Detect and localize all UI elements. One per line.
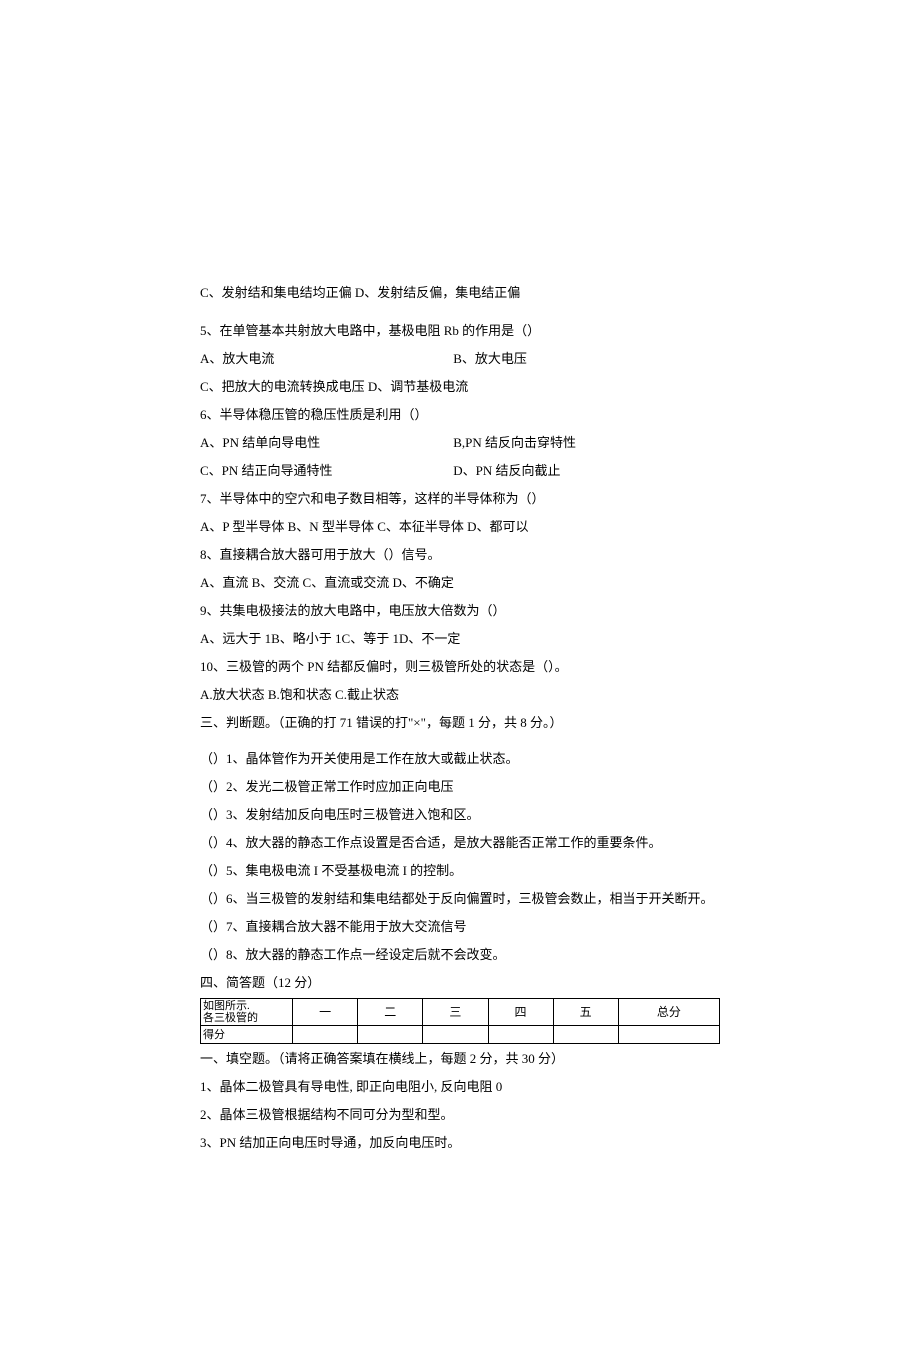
q5-option-b: B、放大电压 — [453, 351, 527, 366]
score-table-col-total: 总分 — [618, 999, 719, 1026]
section-3-heading: 三、判断题。（正确的打 71 错误的打"×"，每题 1 分，共 8 分。） — [200, 710, 720, 736]
fill-question-1: 1、晶体二极管具有导电性, 即正向电阻小, 反向电阻 0 — [200, 1074, 720, 1100]
score-table-header-0: 如图所示. 各三极管的 — [201, 999, 293, 1026]
section-4-heading: 四、简答题（12 分） — [200, 970, 720, 996]
q10-options: A.放大状态 B.饱和状态 C.截止状态 — [200, 682, 720, 708]
question-5: 5、在单管基本共射放大电路中，基极电阻 Rb 的作用是（） — [200, 318, 720, 344]
tf-question-3: （）3、发射结加反向电压时三极管进入饱和区。 — [200, 802, 720, 828]
tf-question-7: （）7、直接耦合放大器不能用于放大交流信号 — [200, 914, 720, 940]
q8-options: A、直流 B、交流 C、直流或交流 D、不确定 — [200, 570, 720, 596]
q6-option-d: D、PN 结反向截止 — [453, 463, 560, 478]
tf-question-4: （）4、放大器的静态工作点设置是否合适，是放大器能否正常工作的重要条件。 — [200, 830, 720, 856]
q6-options-ab: A、PN 结单向导电性 B,PN 结反向击穿特性 — [200, 430, 720, 456]
score-cell-4 — [488, 1026, 553, 1044]
score-cell-3 — [423, 1026, 488, 1044]
tf-question-1: （）1、晶体管作为开关使用是工作在放大或截止状态。 — [200, 746, 720, 772]
q5-options-cd: C、把放大的电流转换成电压 D、调节基极电流 — [200, 374, 720, 400]
tf-question-6: （）6、当三极管的发射结和集电结都处于反向偏置时，三极管会数止，相当于开关断开。 — [200, 886, 720, 912]
q6-option-c: C、PN 结正向导通特性 — [200, 458, 450, 484]
score-table-col-3: 三 — [423, 999, 488, 1026]
score-cell-1 — [293, 1026, 358, 1044]
score-table-col-4: 四 — [488, 999, 553, 1026]
q6-options-cd: C、PN 结正向导通特性 D、PN 结反向截止 — [200, 458, 720, 484]
section-1-heading: 一、填空题。（请将正确答案填在横线上，每题 2 分，共 30 分） — [200, 1046, 720, 1072]
tf-question-2: （）2、发光二极管正常工作时应加正向电压 — [200, 774, 720, 800]
score-table-score-row: 得分 — [201, 1026, 720, 1044]
question-6: 6、半导体稳压管的稳压性质是利用（） — [200, 402, 720, 428]
question-7: 7、半导体中的空穴和电子数目相等，这样的半导体称为（） — [200, 486, 720, 512]
score-table-header-0a: 如图所示. — [203, 1000, 250, 1012]
score-cell-total — [618, 1026, 719, 1044]
fill-question-2: 2、晶体三极管根据结构不同可分为型和型。 — [200, 1102, 720, 1128]
score-table-col-5: 五 — [553, 999, 618, 1026]
question-10: 10、三极管的两个 PN 结都反偏时，则三极管所处的状态是（）。 — [200, 654, 720, 680]
q5-option-a: A、放大电流 — [200, 346, 450, 372]
score-table-header-0b: 各三极管的 — [203, 1012, 258, 1024]
question-8: 8、直接耦合放大器可用于放大（）信号。 — [200, 542, 720, 568]
q7-options: A、P 型半导体 B、N 型半导体 C、本征半导体 D、都可以 — [200, 514, 720, 540]
score-cell-5 — [553, 1026, 618, 1044]
score-table-col-1: 一 — [293, 999, 358, 1026]
q5-options-ab: A、放大电流 B、放大电压 — [200, 346, 720, 372]
score-cell-2 — [358, 1026, 423, 1044]
question-9: 9、共集电极接法的放大电路中，电压放大倍数为（） — [200, 598, 720, 624]
score-table-col-2: 二 — [358, 999, 423, 1026]
q9-options: A、远大于 1B、略小于 1C、等于 1D、不一定 — [200, 626, 720, 652]
option-line-cd: C、发射结和集电结均正偏 D、发射结反偏，集电结正偏 — [200, 280, 720, 306]
score-table-header-row: 如图所示. 各三极管的 一 二 三 四 五 总分 — [201, 999, 720, 1026]
score-row-label: 得分 — [201, 1026, 293, 1044]
tf-question-8: （）8、放大器的静态工作点一经设定后就不会改变。 — [200, 942, 720, 968]
fill-question-3: 3、PN 结加正向电压时导通，加反向电压时。 — [200, 1130, 720, 1156]
q6-option-a: A、PN 结单向导电性 — [200, 430, 450, 456]
tf-question-5: （）5、集电极电流 I 不受基极电流 I 的控制。 — [200, 858, 720, 884]
score-table: 如图所示. 各三极管的 一 二 三 四 五 总分 得分 — [200, 998, 720, 1044]
q6-option-b: B,PN 结反向击穿特性 — [453, 435, 576, 450]
